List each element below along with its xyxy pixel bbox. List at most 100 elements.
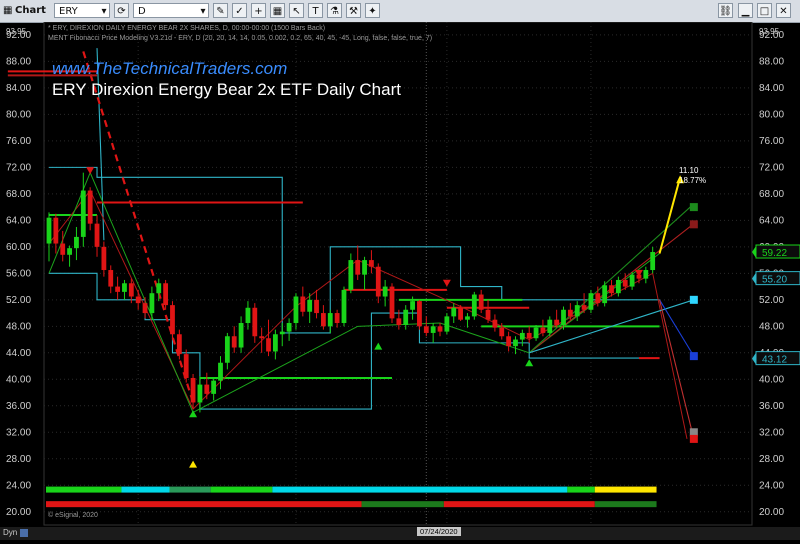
candle-body bbox=[115, 286, 120, 292]
price-label-pointer bbox=[752, 352, 756, 365]
candle-body bbox=[327, 313, 333, 327]
candle-body bbox=[53, 217, 59, 244]
y-tick-label-right: 68.00 bbox=[759, 189, 784, 200]
candle-body bbox=[74, 236, 79, 249]
check-icon[interactable]: ✓ bbox=[232, 3, 247, 18]
candle-body bbox=[334, 313, 340, 324]
candle-body bbox=[87, 190, 93, 224]
study-header-line: MENT Fibonacci Price Modeling V3.21d - E… bbox=[48, 35, 433, 42]
candle-body bbox=[540, 327, 546, 333]
grid-icon[interactable]: ▦ bbox=[270, 3, 285, 18]
price-label-text: 59.22 bbox=[762, 248, 787, 259]
candle-body bbox=[615, 279, 621, 294]
cursor-icon[interactable]: ↖ bbox=[289, 3, 304, 18]
y-tick-label-left: 28.00 bbox=[6, 454, 31, 465]
refresh-icon[interactable]: ⟳ bbox=[114, 3, 129, 18]
candle-body bbox=[485, 309, 491, 320]
candle-body bbox=[382, 286, 388, 297]
pencil-icon[interactable]: ✎ bbox=[213, 3, 228, 18]
candle-body bbox=[595, 293, 601, 304]
dyn-label[interactable]: Dyn bbox=[3, 528, 17, 537]
candle-body bbox=[423, 326, 429, 333]
link-icon[interactable]: ⛓ bbox=[718, 3, 733, 18]
candle-body bbox=[190, 377, 196, 403]
candle-body bbox=[396, 318, 402, 325]
candle-body bbox=[170, 305, 175, 335]
candle-body bbox=[300, 296, 306, 312]
y-tick-label-left: 84.00 bbox=[6, 83, 31, 94]
y-tick-label-left: 52.00 bbox=[6, 295, 31, 306]
candle-body bbox=[458, 307, 463, 320]
maximize-icon[interactable]: □ bbox=[757, 3, 772, 18]
candle-body bbox=[252, 307, 258, 337]
y-tick-label-right: 84.00 bbox=[759, 83, 784, 94]
close-icon[interactable]: ✕ bbox=[776, 3, 791, 18]
candle-body bbox=[286, 323, 292, 332]
candle-body bbox=[602, 285, 608, 304]
dyn-toggle-icon[interactable] bbox=[20, 529, 28, 537]
candle-body bbox=[437, 326, 443, 332]
target-square-marker bbox=[689, 203, 698, 212]
star-icon[interactable]: ✦ bbox=[365, 3, 380, 18]
y-tick-label-left: 68.00 bbox=[6, 189, 31, 200]
y-tick-label-right: 36.00 bbox=[759, 401, 784, 412]
candle-body bbox=[266, 338, 271, 352]
candle-body bbox=[211, 380, 217, 394]
chart-app-label: Chart bbox=[15, 5, 46, 16]
y-tick-label-left: 76.00 bbox=[6, 136, 31, 147]
candle-body bbox=[471, 294, 477, 317]
candle-body bbox=[122, 283, 127, 292]
chart-app-icon: ▦ bbox=[3, 5, 13, 16]
candle-body bbox=[314, 299, 319, 314]
candle-body bbox=[519, 332, 525, 340]
candle-body bbox=[410, 301, 415, 310]
y-tick-label-left: 80.00 bbox=[6, 109, 31, 120]
y-tick-label-left: 64.00 bbox=[6, 215, 31, 226]
y-tick-label-left: 32.00 bbox=[6, 427, 31, 438]
candle-body bbox=[369, 260, 374, 267]
candle-body bbox=[60, 243, 66, 255]
y-tick-label-left: 48.00 bbox=[6, 321, 31, 332]
candle-body bbox=[46, 217, 52, 244]
website-watermark: www.TheTechnicalTraders.com bbox=[52, 59, 288, 78]
wrench-icon[interactable]: ⚒ bbox=[346, 3, 361, 18]
status-bar: Dyn bbox=[0, 527, 800, 540]
candle-body bbox=[588, 293, 594, 310]
candle-body bbox=[403, 309, 409, 325]
target-square-marker bbox=[689, 220, 698, 229]
candle-body bbox=[465, 316, 470, 320]
trend-band-top-segment bbox=[169, 486, 211, 493]
price-label-text: 43.12 bbox=[762, 355, 787, 366]
flask-icon[interactable]: ⚗ bbox=[327, 3, 342, 18]
candle-body bbox=[629, 274, 635, 287]
candle-body bbox=[478, 294, 484, 310]
y-tick-label-right: 88.00 bbox=[759, 56, 784, 67]
candle-body bbox=[513, 339, 518, 347]
text-icon[interactable]: T bbox=[308, 3, 323, 18]
minimize-icon[interactable]: ▁ bbox=[738, 3, 753, 18]
interval-dropdown-icon[interactable]: ▾ bbox=[197, 4, 209, 17]
candle-body bbox=[444, 316, 450, 332]
candle-body bbox=[128, 283, 134, 297]
trend-band-top-segment bbox=[46, 486, 122, 493]
y-tick-label-right: 52.00 bbox=[759, 295, 784, 306]
candle-body bbox=[622, 279, 628, 287]
y-tick-label-right: 28.00 bbox=[759, 454, 784, 465]
y-top-label-left: 93.95 bbox=[6, 27, 27, 36]
symbol-dropdown-icon[interactable]: ▾ bbox=[98, 4, 110, 17]
chart-title: ERY Direxion Energy Bear 2x ETF Daily Ch… bbox=[52, 80, 401, 99]
candle-body bbox=[506, 336, 512, 347]
crosshair-icon[interactable]: + bbox=[251, 3, 266, 18]
trend-band-bottom-segment bbox=[443, 501, 595, 508]
y-top-label-right: 93.95 bbox=[759, 27, 780, 36]
y-tick-label-left: 56.00 bbox=[6, 268, 31, 279]
y-tick-label-left: 72.00 bbox=[6, 162, 31, 173]
candle-body bbox=[561, 309, 566, 325]
candle-body bbox=[355, 260, 361, 275]
candle-body bbox=[204, 384, 210, 394]
candle-body bbox=[224, 336, 230, 363]
y-tick-label-right: 20.00 bbox=[759, 507, 784, 518]
candle-body bbox=[80, 190, 86, 237]
candle-body bbox=[67, 248, 72, 255]
trend-band-top-segment bbox=[594, 486, 657, 493]
